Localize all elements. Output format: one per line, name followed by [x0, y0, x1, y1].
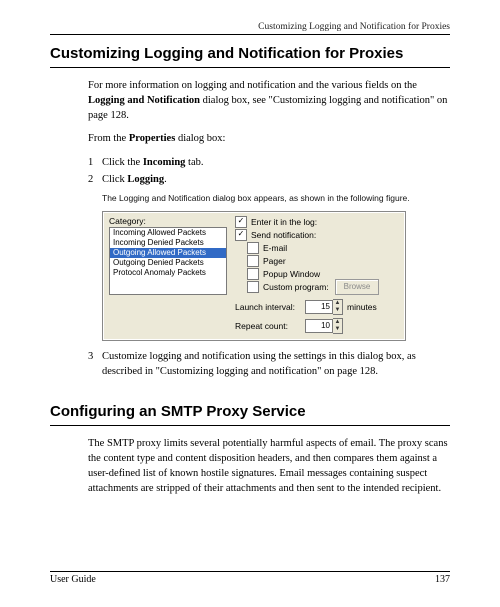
text: For more information on logging and noti… [88, 80, 417, 91]
list-item[interactable]: Incoming Allowed Packets [110, 228, 226, 238]
checkbox-pager[interactable] [247, 255, 259, 267]
step-note: The Logging and Notification dialog box … [102, 193, 450, 204]
step-2: 2 Click Logging. [88, 172, 450, 187]
launch-interval-input[interactable]: 15 [305, 300, 333, 314]
category-label: Category: [109, 216, 227, 226]
step-number: 3 [88, 349, 102, 379]
page-footer: User Guide 137 [50, 571, 450, 585]
launch-interval-label: Launch interval: [235, 302, 305, 312]
step-text: Customize logging and notification using… [102, 349, 450, 379]
checkbox-popup[interactable] [247, 268, 259, 280]
list-item[interactable]: Outgoing Denied Packets [110, 258, 226, 268]
logging-dialog-figure: Category: Incoming Allowed Packets Incom… [102, 211, 406, 341]
checkbox-label: Custom program: [263, 281, 329, 293]
step-text: Click Logging. [102, 172, 450, 187]
list-item[interactable]: Protocol Anomaly Packets [110, 268, 226, 278]
list-item[interactable]: Incoming Denied Packets [110, 238, 226, 248]
repeat-count-label: Repeat count: [235, 321, 305, 331]
section-title-logging: Customizing Logging and Notification for… [50, 45, 450, 64]
text: tab. [185, 157, 203, 168]
text: From the [88, 133, 129, 144]
browse-button[interactable]: Browse [335, 279, 380, 295]
footer-left: User Guide [50, 574, 96, 585]
from-properties: From the Properties dialog box: [88, 131, 450, 146]
unit-label: minutes [347, 302, 377, 312]
bold-text: Logging and Notification [88, 95, 200, 106]
head-rule [50, 34, 450, 35]
checkbox-custom-program[interactable] [247, 281, 259, 293]
category-listbox[interactable]: Incoming Allowed Packets Incoming Denied… [109, 227, 227, 295]
bold-text: Properties [129, 133, 175, 144]
text: dialog box: [175, 133, 225, 144]
text: Click [102, 174, 127, 185]
checkbox-email[interactable] [247, 242, 259, 254]
text: Click the [102, 157, 143, 168]
text: . [164, 174, 167, 185]
section-title-smtp: Configuring an SMTP Proxy Service [50, 403, 450, 422]
checkbox-label: Enter it in the log: [251, 216, 317, 228]
checkbox-send-notification[interactable] [235, 229, 247, 241]
running-head: Customizing Logging and Notification for… [50, 22, 450, 32]
step-3: 3 Customize logging and notification usi… [88, 349, 450, 379]
step-text: Click the Incoming tab. [102, 155, 450, 170]
step-1: 1 Click the Incoming tab. [88, 155, 450, 170]
smtp-paragraph: The SMTP proxy limits several potentiall… [88, 436, 450, 497]
checkbox-enter-log[interactable] [235, 216, 247, 228]
step-number: 1 [88, 155, 102, 170]
checkbox-label: E-mail [263, 242, 287, 254]
intro-paragraph: For more information on logging and noti… [88, 78, 450, 124]
repeat-count-input[interactable]: 10 [305, 319, 333, 333]
step-number: 2 [88, 172, 102, 187]
bold-text: Logging [127, 174, 164, 185]
checkbox-label: Send notification: [251, 229, 316, 241]
spin-control[interactable]: ▲▼ [333, 318, 343, 334]
list-item-selected[interactable]: Outgoing Allowed Packets [110, 248, 226, 258]
checkbox-label: Popup Window [263, 268, 320, 280]
section-rule [50, 67, 450, 68]
bold-text: Incoming [143, 157, 186, 168]
footer-page-number: 137 [435, 574, 450, 585]
section-rule [50, 425, 450, 426]
spin-control[interactable]: ▲▼ [333, 299, 343, 315]
checkbox-label: Pager [263, 255, 286, 267]
